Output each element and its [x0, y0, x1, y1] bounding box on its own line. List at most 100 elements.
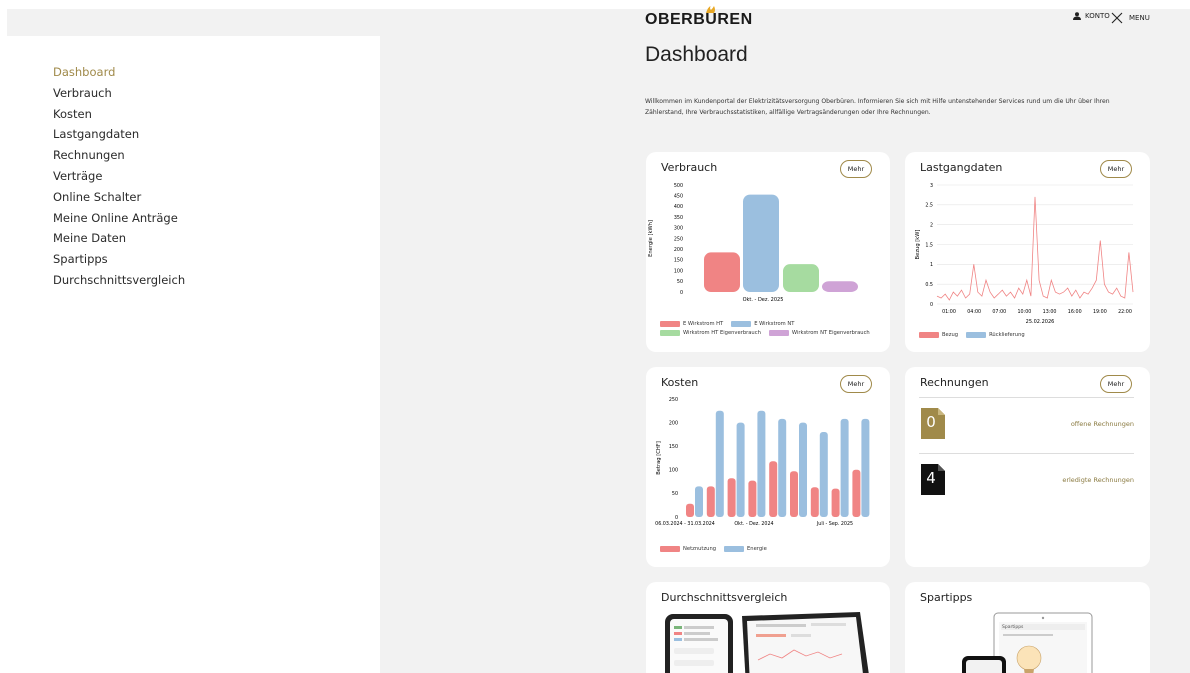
open-invoices-row[interactable]: 0 offene Rechnungen [919, 397, 1134, 449]
sidebar-item-dashboard[interactable]: Dashboard [53, 62, 185, 83]
spartipps-screen-label: Spartipps [1002, 625, 1024, 630]
legend-label: E Wirkstrom HT [683, 321, 724, 327]
bar [757, 410, 766, 517]
user-icon [1073, 12, 1081, 20]
y-tick-label: 2 [930, 222, 933, 228]
done-invoices-link[interactable]: erledigte Rechnungen [1062, 476, 1134, 484]
card-lastgangdaten: Lastgangdaten Mehr 0 0.5 1 1.5 2 2.5 3 Bezug [k… [905, 152, 1150, 352]
x-tick-label: 10:00 [1018, 309, 1032, 315]
bar [769, 461, 778, 517]
sidebar-item-online-antraege[interactable]: Meine Online Anträge [53, 208, 185, 229]
bar [783, 264, 819, 292]
kosten-chart: 0 50 100 150 200 250 Betrag [CHF] 06.03.2024 - … [655, 397, 870, 527]
card-title: Verbrauch [661, 161, 718, 174]
legend-label: Netznutzung [683, 546, 717, 552]
legend-swatch [768, 330, 789, 336]
sidebar-item-lastgangdaten[interactable]: Lastgangdaten [53, 124, 185, 145]
legend-item[interactable]: Netznutzung [660, 546, 716, 552]
x-axis-label: 25.02.2026 [1026, 319, 1055, 325]
mehr-button[interactable]: Mehr [1100, 160, 1132, 178]
done-invoices-row[interactable]: 4 erledigte Rechnungen [919, 453, 1134, 505]
sidebar-item-vertraege[interactable]: Verträge [53, 166, 185, 187]
bar [799, 422, 807, 517]
legend-item[interactable]: Rücklieferung [966, 332, 1025, 338]
close-icon [1111, 12, 1123, 24]
sidebar-item-meine-daten[interactable]: Meine Daten [53, 228, 185, 249]
account-label: KONTO [1085, 12, 1110, 20]
x-tick-label: 22:00 [1118, 309, 1132, 315]
spartipps-illustration [962, 612, 1093, 673]
sidebar-item-verbrauch[interactable]: Verbrauch [53, 83, 185, 104]
y-tick-label: 2.5 [925, 203, 933, 209]
card-title: Rechnungen [920, 376, 989, 389]
account-button[interactable]: KONTO [1073, 12, 1110, 20]
legend-item[interactable]: Wirkstrom HT Eigenverbrauch [660, 330, 761, 336]
open-invoices-count: 0 [926, 413, 936, 431]
card-title: Kosten [661, 376, 699, 389]
page-title: Dashboard [645, 43, 748, 66]
y-tick-label: 150 [669, 444, 678, 450]
legend-label: Wirkstrom NT Eigenverbrauch [791, 330, 870, 336]
verbrauch-chart: 0 50 100 150 200 250 300 350 400 450 500 Energie [k… [648, 183, 858, 303]
legend-item[interactable]: Wirkstrom NT Eigenverbrauch [768, 330, 870, 336]
x-tick-label: 07:00 [992, 309, 1006, 315]
mehr-button[interactable]: Mehr [1100, 375, 1132, 393]
sidebar-item-durchschnittsvergleich[interactable]: Durchschnittsvergleich [53, 270, 185, 291]
card-spartipps: Spartipps Spartipps [905, 582, 1150, 673]
bar [743, 194, 779, 292]
bar [748, 480, 757, 517]
logo[interactable]: OBERBÜREN [645, 11, 753, 29]
sidebar-nav: Dashboard Verbrauch Kosten Lastgangdaten… [53, 62, 185, 291]
sidebar-item-kosten[interactable]: Kosten [53, 104, 185, 125]
y-tick-label: 500 [674, 183, 683, 189]
bar [695, 486, 703, 517]
sidebar: Dashboard Verbrauch Kosten Lastgangdaten… [7, 36, 380, 673]
mehr-button[interactable]: Mehr [840, 375, 872, 393]
x-tick-label: 04:00 [967, 309, 981, 315]
verbrauch-legend: E Wirkstrom HT E Wirkstrom NT Wirkstrom HT… [660, 321, 880, 336]
y-tick-label: 350 [674, 215, 683, 221]
y-tick-label: 1.5 [925, 242, 933, 248]
intro-text: Willkommen im Kundenportal der Elektrizi… [645, 98, 1110, 116]
bar [822, 281, 858, 292]
card-verbrauch: Verbrauch Mehr 0 50 100 150 200 250 300 350 400 4… [646, 152, 890, 352]
bar [686, 503, 694, 517]
legend-item[interactable]: Bezug [919, 332, 958, 338]
card-title: Durchschnittsvergleich [661, 591, 788, 604]
x-tick-label: 19:00 [1093, 309, 1107, 315]
bar [727, 478, 736, 517]
x-tick-label: 06.03.2024 - 31.03.2024 [655, 521, 715, 527]
y-tick-label: 300 [674, 226, 683, 232]
open-invoices-link[interactable]: offene Rechnungen [1071, 420, 1134, 428]
y-tick-label: 50 [677, 279, 683, 285]
y-tick-label: 0 [680, 290, 683, 296]
menu-button[interactable]: MENU [1111, 12, 1150, 24]
y-tick-label: 250 [669, 397, 678, 403]
sidebar-item-spartipps[interactable]: Spartipps [53, 249, 185, 270]
x-tick-label: Juli - Sep. 2025 [816, 521, 853, 527]
y-axis-label: Energie [kWh] [648, 220, 654, 257]
left-strip [0, 9, 7, 673]
card-kosten: Kosten Mehr 0 50 100 150 200 250 Betrag [CHF] 0… [646, 367, 890, 567]
mehr-button[interactable]: Mehr [840, 160, 872, 178]
legend-item[interactable]: E Wirkstrom NT [731, 321, 794, 327]
y-tick-label: 100 [674, 268, 683, 274]
sidebar-item-online-schalter[interactable]: Online Schalter [53, 187, 185, 208]
legend-item[interactable]: E Wirkstrom HT [660, 321, 723, 327]
legend-swatch [966, 332, 987, 338]
legend-swatch [724, 546, 745, 552]
y-tick-label: 0.5 [925, 282, 933, 288]
legend-swatch [660, 546, 680, 552]
y-tick-label: 3 [930, 183, 933, 189]
y-axis-label: Bezug [kW] [915, 230, 921, 260]
legend-swatch [731, 321, 752, 327]
legend-item[interactable]: Energie [724, 546, 767, 552]
legend-label: Bezug [942, 332, 959, 338]
lastgang-chart: 0 0.5 1 1.5 2 2.5 3 Bezug [kW] 01:00 04:00 07:00 10… [915, 183, 1134, 325]
legend-label: Rücklieferung [989, 332, 1025, 338]
x-tick-label: 01:00 [942, 309, 956, 315]
y-tick-label: 0 [675, 515, 678, 521]
sidebar-item-rechnungen[interactable]: Rechnungen [53, 145, 185, 166]
bar [715, 410, 724, 517]
y-tick-label: 100 [669, 468, 678, 474]
